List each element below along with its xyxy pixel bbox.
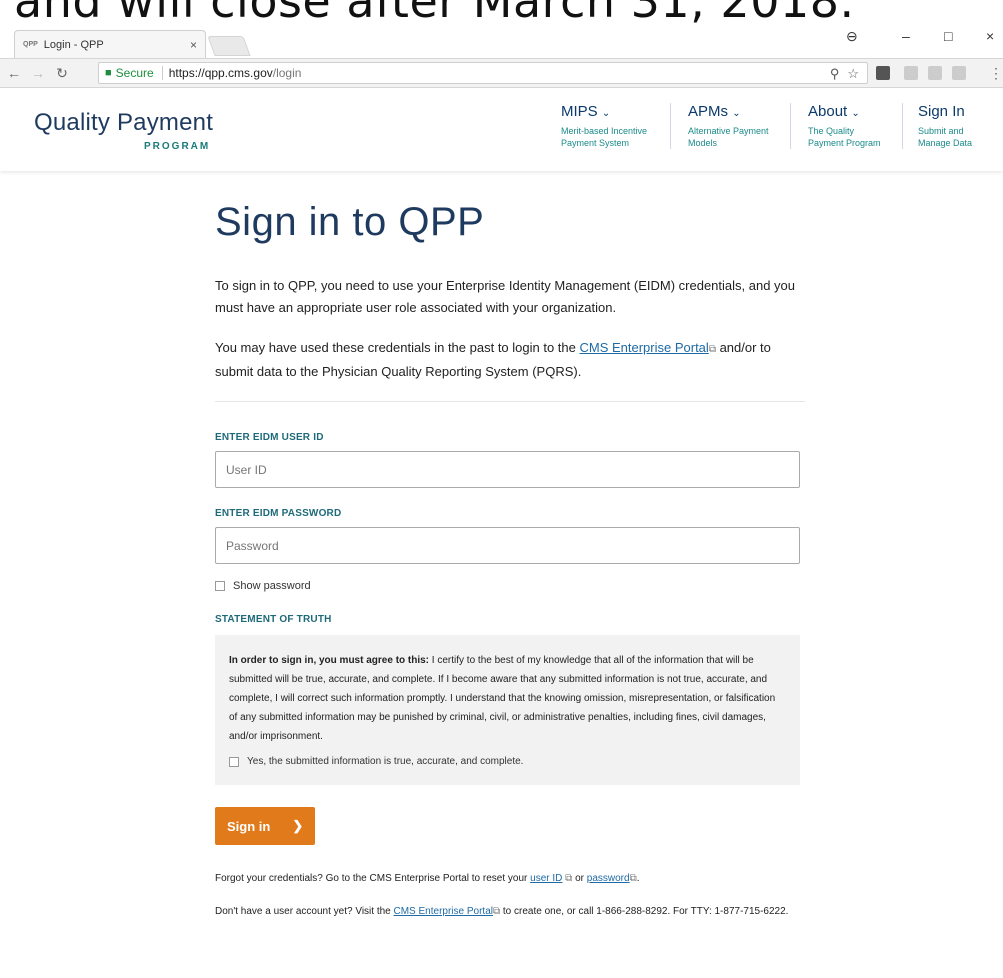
bookmark-star-icon[interactable]: ☆ — [847, 66, 859, 82]
overlay-caption: and will close after March 31, 2018. — [14, 0, 855, 28]
external-link-icon: ⧉ — [708, 344, 716, 355]
nav-apms-title: APMs — [688, 103, 729, 120]
chevron-down-icon: ⌄ — [732, 108, 741, 119]
nav-apms-sub: Models — [688, 138, 718, 148]
browser-tab[interactable]: QPP Login - QPP × — [14, 30, 206, 58]
profile-icon[interactable]: ⊖ — [846, 28, 858, 45]
nav-about-sub: Payment Program — [808, 138, 881, 148]
truth-agree-checkbox[interactable] — [229, 756, 239, 767]
address-bar[interactable]: ■ Secure https://qpp.cms.gov/login ⚲ ☆ — [98, 62, 868, 84]
tab-title: Login - QPP — [43, 38, 104, 51]
nav-divider — [670, 103, 671, 149]
browser-titlebar: QPP Login - QPP × ⊖ – □ × — [0, 24, 1003, 58]
url-host: https://qpp.cms.gov — [168, 66, 273, 80]
nav-mips-sub: Payment System — [561, 138, 630, 148]
nav-mips[interactable]: MIPS ⌄ Merit-based Incentive Payment Syst… — [561, 103, 647, 149]
close-window-icon[interactable]: × — [986, 28, 994, 44]
sign-in-button[interactable]: Sign in ❯ — [215, 807, 315, 845]
nav-apms-sub: Alternative Payment — [688, 126, 769, 136]
statement-of-truth-text: In order to sign in, you must agree to t… — [229, 651, 786, 746]
no-account-text: Don't have a user account yet? Visit the… — [215, 902, 805, 921]
page-title: Sign in to QPP — [215, 200, 485, 244]
cms-enterprise-portal-link[interactable]: CMS Enterprise Portal — [579, 340, 708, 355]
qpp-favicon-icon: QPP — [23, 41, 38, 48]
brand-subtitle: PROGRAM — [144, 141, 211, 152]
maximize-icon[interactable]: □ — [944, 28, 952, 44]
extension-icon[interactable] — [952, 66, 966, 80]
divider — [215, 401, 805, 402]
forgot-credentials-text: Forgot your credentials? Go to the CMS E… — [215, 869, 805, 888]
url-path: /login — [272, 66, 302, 80]
nav-signin-sub: Submit and — [918, 126, 964, 136]
address-separator — [161, 66, 163, 80]
no-account-post: to create one, or call 1-866-288-8292. F… — [500, 906, 789, 917]
minimize-icon[interactable]: – — [902, 28, 910, 44]
userid-input[interactable] — [215, 451, 800, 488]
address-bar-actions: ⚲ ☆ — [830, 66, 859, 82]
nav-divider — [902, 103, 903, 149]
new-tab-button[interactable] — [207, 36, 251, 56]
nav-about[interactable]: About ⌄ The Quality Payment Program — [808, 103, 881, 149]
nav-mips-title: MIPS — [561, 103, 598, 120]
nav-signin-sub: Manage Data — [918, 138, 973, 148]
page: { "overlay_caption": "and will close aft… — [0, 0, 1003, 978]
intro-paragraph: To sign in to QPP, you need to use your … — [215, 278, 796, 315]
show-password-row: Show password — [215, 580, 805, 592]
reload-icon[interactable]: ↻ — [52, 65, 72, 82]
extension-icon[interactable] — [928, 66, 942, 80]
nav-apms[interactable]: APMs ⌄ Alternative Payment Models — [688, 103, 769, 149]
extension-icon[interactable] — [876, 66, 890, 80]
intro-paragraph-portal: You may have used these credentials in t… — [215, 337, 805, 383]
statement-of-truth-label: STATEMENT OF TRUTH — [215, 614, 332, 625]
reset-userid-link[interactable]: user ID — [530, 873, 562, 884]
statement-of-truth-box: In order to sign in, you must agree to t… — [215, 635, 800, 785]
truth-agree-row: Yes, the submitted information is true, … — [229, 756, 786, 767]
truth-agree-label: Yes, the submitted information is true, … — [247, 756, 524, 767]
secure-label: Secure — [115, 66, 154, 80]
truth-bold: In order to sign in, you must agree to t… — [229, 655, 430, 666]
show-password-checkbox[interactable] — [215, 581, 225, 591]
nav-sign-in[interactable]: Sign In Submit and Manage Data — [918, 103, 972, 149]
back-icon[interactable]: ← — [4, 65, 24, 81]
chevron-down-icon: ⌄ — [851, 108, 860, 119]
sign-in-label: Sign in — [227, 818, 271, 834]
browser-toolbar: ← → ↻ ■ Secure https://qpp.cms.gov/login… — [0, 58, 1003, 88]
zoom-icon[interactable]: ⚲ — [830, 66, 840, 82]
site-header: Quality Payment PROGRAM MIPS ⌄ Merit-bas… — [0, 89, 1003, 171]
password-input[interactable] — [215, 527, 800, 564]
external-link-icon: ⧉ — [629, 873, 637, 884]
nav-mips-sub: Merit-based Incentive — [561, 126, 648, 136]
sign-in-content: Sign in to QPP To sign in to QPP, you ne… — [215, 200, 805, 935]
forgot-text: Forgot your credentials? Go to the CMS E… — [215, 873, 531, 884]
nav-about-title: About — [808, 103, 848, 120]
menu-kebab-icon[interactable]: ⋮ — [986, 65, 1003, 82]
nav-signin-title: Sign In — [918, 103, 965, 120]
forgot-text: or — [572, 873, 587, 884]
qpp-logo[interactable]: Quality Payment PROGRAM — [34, 109, 214, 152]
extension-icon[interactable] — [904, 66, 918, 80]
nav-about-sub: The Quality — [808, 126, 855, 136]
chevron-right-icon: ❯ — [292, 818, 304, 833]
no-account-pre: Don't have a user account yet? Visit the — [215, 906, 394, 917]
chevron-down-icon: ⌄ — [601, 108, 611, 119]
forgot-text: . — [636, 873, 640, 884]
brand-title: Quality Payment — [34, 109, 214, 136]
truth-body: I certify to the best of my knowledge th… — [229, 655, 776, 742]
reset-password-link[interactable]: password — [587, 873, 630, 884]
forward-icon[interactable]: → — [28, 65, 48, 81]
password-label: ENTER EIDM PASSWORD — [215, 508, 342, 519]
tab-close-icon[interactable]: × — [190, 38, 197, 52]
nav-divider — [790, 103, 791, 149]
show-password-label: Show password — [233, 580, 311, 592]
userid-label: ENTER EIDM USER ID — [215, 432, 324, 443]
intro-text: You may have used these credentials in t… — [215, 340, 580, 355]
create-account-portal-link[interactable]: CMS Enterprise Portal — [394, 906, 493, 917]
lock-icon: ■ — [105, 67, 112, 79]
